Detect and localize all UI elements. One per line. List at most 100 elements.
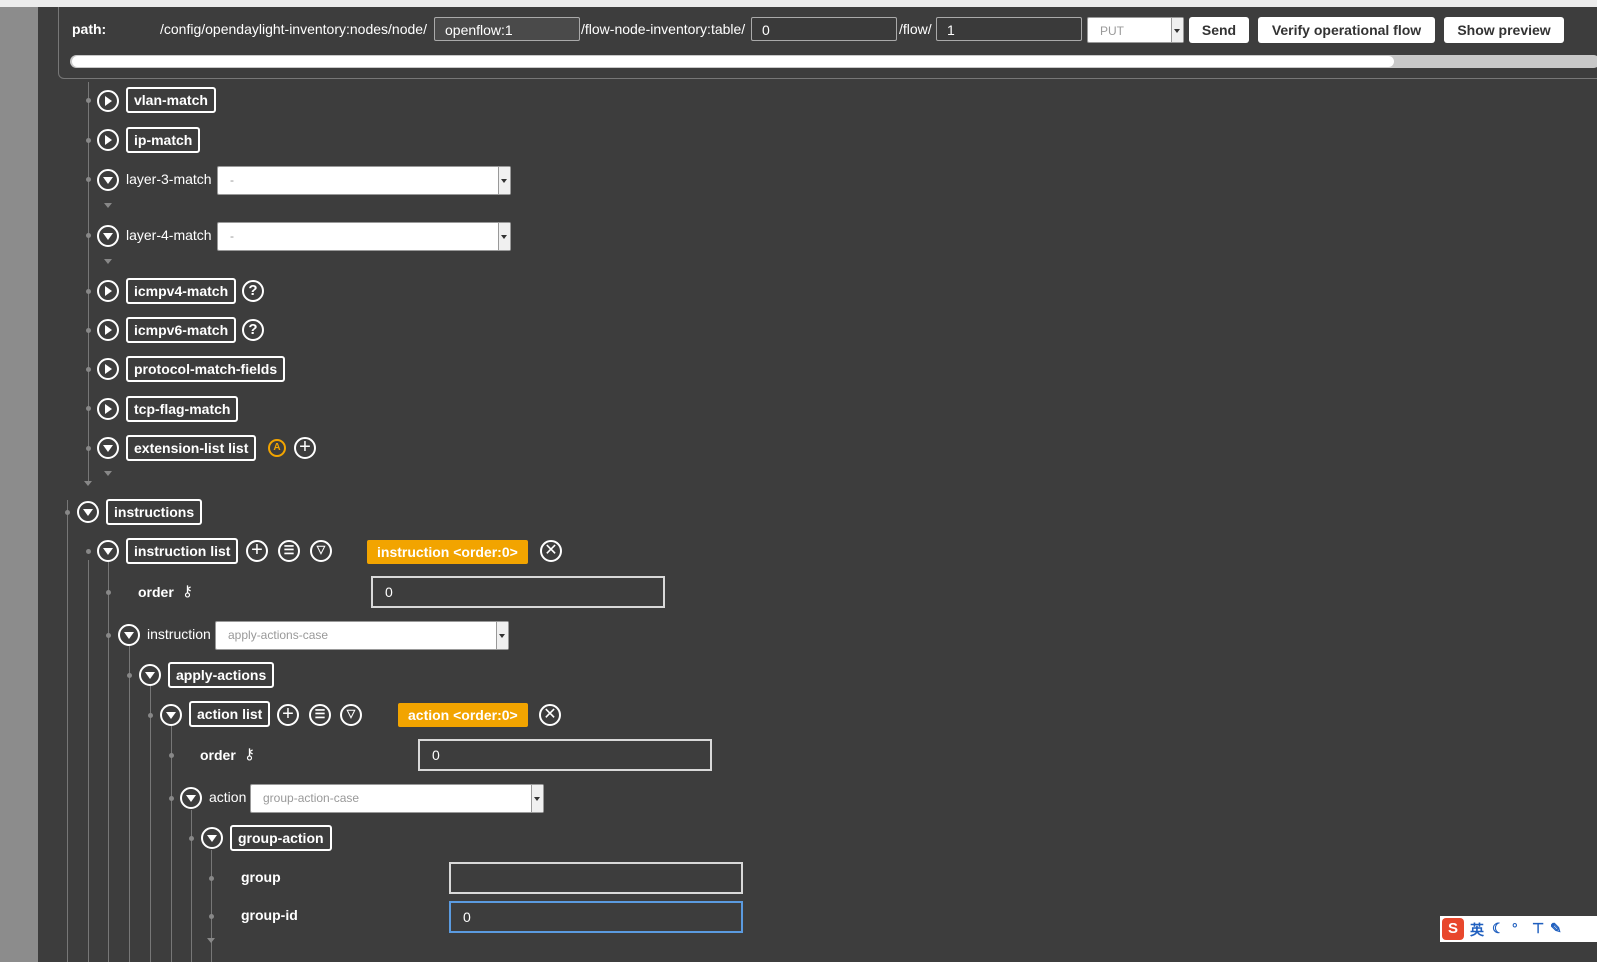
table-id-input[interactable]: 0	[751, 17, 897, 41]
layer-3-match-value: -	[230, 173, 234, 187]
branch-arrow-icon	[104, 203, 112, 208]
tree-line	[129, 645, 130, 962]
expand-icon[interactable]	[97, 358, 119, 380]
moon-icon[interactable]: ☾	[1492, 920, 1505, 937]
expand-icon[interactable]	[97, 90, 119, 112]
order-label: order	[138, 584, 174, 600]
action-label: action	[209, 789, 247, 805]
branch-arrow-icon	[84, 481, 92, 486]
collapse-icon[interactable]	[160, 704, 182, 726]
action-order-input[interactable]: 0	[418, 739, 712, 771]
add-icon[interactable]: +	[277, 704, 299, 726]
path-segment-table: /flow-node-inventory:table/	[581, 21, 746, 37]
tree-line	[150, 685, 151, 962]
tree-dot	[86, 549, 91, 554]
augment-icon[interactable]: A	[268, 439, 286, 457]
action-select-value: group-action-case	[263, 791, 360, 805]
ime-logo-icon[interactable]: S	[1442, 918, 1464, 940]
send-button[interactable]: Send	[1189, 17, 1249, 43]
tree-dot	[86, 367, 91, 372]
path-label: path:	[72, 21, 107, 37]
list-icon[interactable]: ☰	[278, 540, 300, 562]
collapse-icon[interactable]	[139, 664, 161, 686]
tree-line	[67, 500, 68, 962]
collapse-icon[interactable]	[97, 169, 119, 191]
ime-language-toggle[interactable]: 英	[1470, 920, 1484, 940]
help-icon[interactable]: ?	[242, 319, 264, 341]
show-preview-button[interactable]: Show preview	[1444, 17, 1564, 43]
flow-id-input[interactable]: 1	[936, 17, 1082, 41]
remove-icon[interactable]: ✕	[539, 704, 561, 726]
top-strip	[0, 0, 1597, 7]
path-segment-nodes: /config/opendaylight-inventory:nodes/nod…	[160, 21, 427, 37]
tree-dot	[127, 673, 132, 678]
instruction-select[interactable]: apply-actions-case	[215, 621, 509, 650]
branch-arrow-icon	[104, 471, 112, 476]
apply-actions-node[interactable]: apply-actions	[168, 662, 275, 688]
expand-icon[interactable]	[97, 129, 119, 151]
icmpv4-match-node[interactable]: icmpv4-match	[126, 278, 237, 304]
punctuation-icon[interactable]: °	[1512, 920, 1518, 936]
tree-dot	[169, 796, 174, 801]
help-icon[interactable]: ?	[242, 280, 264, 302]
action-select[interactable]: group-action-case	[250, 784, 544, 813]
action-list-node[interactable]: action list	[189, 701, 271, 727]
tree-dot	[86, 177, 91, 182]
expand-icon[interactable]	[97, 280, 119, 302]
node-id-input[interactable]: openflow:1	[434, 17, 580, 41]
filter-icon[interactable]: ▽	[340, 704, 362, 726]
layer-3-match-label: layer-3-match	[126, 171, 212, 187]
tree-dot	[209, 876, 214, 881]
group-action-node[interactable]: group-action	[230, 825, 332, 851]
tree-dot	[86, 233, 91, 238]
action-tag[interactable]: action <order:0>	[398, 703, 528, 727]
path-segment-flow: /flow/	[899, 21, 932, 37]
collapse-icon[interactable]	[97, 540, 119, 562]
group-id-input[interactable]: 0	[449, 901, 743, 933]
add-icon[interactable]: +	[294, 437, 316, 459]
group-input[interactable]	[449, 862, 743, 894]
add-icon[interactable]: +	[246, 540, 268, 562]
collapse-icon[interactable]	[201, 827, 223, 849]
branch-arrow-icon	[104, 259, 112, 264]
instructions-node[interactable]: instructions	[106, 499, 203, 525]
tree-dot	[86, 289, 91, 294]
tree-dot	[65, 510, 70, 515]
tree-dot	[106, 633, 111, 638]
collapse-icon[interactable]	[118, 624, 140, 646]
group-label: group	[241, 869, 281, 885]
instruction-tag[interactable]: instruction <order:0>	[367, 540, 528, 564]
expand-icon[interactable]	[97, 398, 119, 420]
collapse-icon[interactable]	[97, 225, 119, 247]
instruction-list-node[interactable]: instruction list	[126, 538, 239, 564]
vlan-match-node[interactable]: vlan-match	[126, 87, 216, 113]
ime-toolbar[interactable]: S 英 ☾ ° ⊤ ✎	[1440, 916, 1597, 942]
extension-list-node[interactable]: extension-list list	[126, 435, 257, 461]
protocol-match-fields-node[interactable]: protocol-match-fields	[126, 356, 286, 382]
left-sidebar	[0, 7, 38, 962]
tree-line	[88, 560, 89, 962]
ip-match-node[interactable]: ip-match	[126, 127, 201, 153]
layer-3-match-select[interactable]: -	[217, 166, 511, 195]
filter-icon[interactable]: ▽	[310, 540, 332, 562]
collapse-icon[interactable]	[77, 501, 99, 523]
chevron-down-icon	[496, 622, 508, 649]
shirt-icon[interactable]: ⊤	[1532, 920, 1544, 937]
list-icon[interactable]: ☰	[309, 704, 331, 726]
tree-line	[108, 560, 109, 962]
icmpv6-match-node[interactable]: icmpv6-match	[126, 317, 237, 343]
expand-icon[interactable]	[97, 319, 119, 341]
tcp-flag-match-node[interactable]: tcp-flag-match	[126, 396, 239, 422]
method-select[interactable]: PUT	[1087, 17, 1184, 43]
order-label: order	[200, 747, 236, 763]
remove-icon[interactable]: ✕	[540, 540, 562, 562]
collapse-icon[interactable]	[97, 437, 119, 459]
tree-dot	[209, 914, 214, 919]
tree-dot	[189, 836, 194, 841]
scrollbar-thumb[interactable]	[72, 56, 1394, 67]
collapse-icon[interactable]	[180, 787, 202, 809]
verify-operational-flow-button[interactable]: Verify operational flow	[1258, 17, 1435, 43]
layer-4-match-select[interactable]: -	[217, 222, 511, 251]
instruction-order-input[interactable]: 0	[371, 576, 665, 608]
wrench-icon[interactable]: ✎	[1550, 920, 1562, 937]
